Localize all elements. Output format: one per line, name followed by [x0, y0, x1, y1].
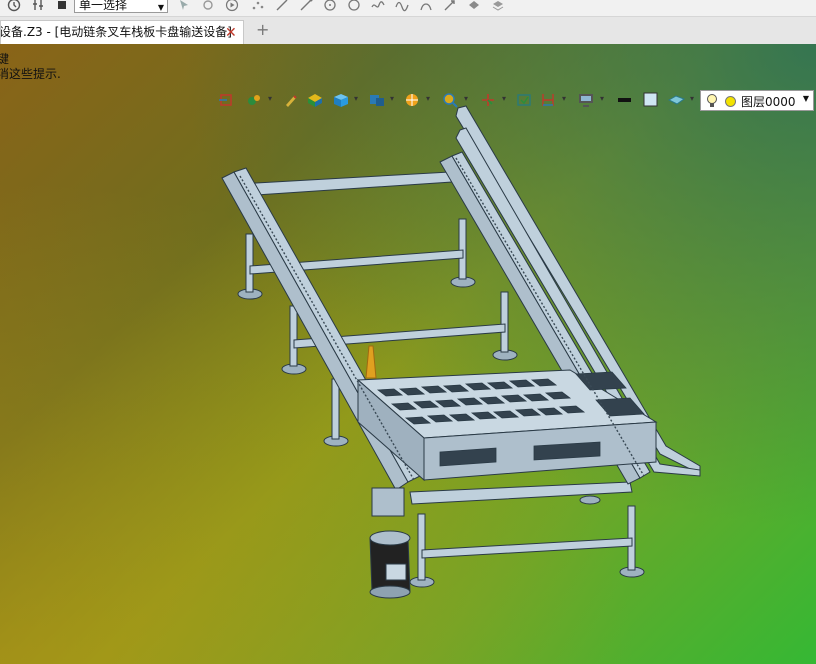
cursor-icon[interactable] [176, 0, 192, 13]
layer-name: 图层0000 [741, 95, 796, 109]
chevron-down-icon: ▾ [599, 94, 604, 103]
document-tab[interactable]: 设备.Z3 - [电动链条叉车栈板卡盘输送设备] ✕ [0, 20, 244, 44]
palette-icon[interactable]: ▾ [246, 92, 272, 110]
new-tab-button[interactable]: + [256, 20, 269, 39]
monitor-icon[interactable]: ▾ [578, 92, 604, 110]
view-select-icon[interactable] [218, 92, 244, 110]
chevron-down-icon: ▾ [267, 94, 272, 103]
display-mode-icon[interactable]: ▾ [368, 92, 394, 110]
arc-icon[interactable] [394, 0, 410, 13]
axis-icon[interactable]: ▾ [480, 92, 506, 110]
solid-icon[interactable] [306, 92, 332, 110]
layer-dropdown[interactable]: 图层0000 ▼ [700, 90, 814, 111]
chevron-down-icon: ▾ [689, 94, 694, 103]
history-icon[interactable] [6, 0, 22, 13]
camera-icon[interactable] [516, 92, 542, 110]
3d-viewport[interactable]: 键 消这些提示. ▾ ▾ ▾ ▾ ▾ ▾ ▾ ▾ ▾ 图层0000 ▼ [0, 44, 816, 664]
chevron-down-icon: ▾ [353, 94, 358, 103]
zoom-icon[interactable]: ▾ [442, 92, 468, 110]
pin-icon[interactable] [30, 0, 46, 13]
filter-icon[interactable] [200, 0, 216, 13]
shell-icon[interactable] [466, 0, 482, 13]
selection-mode-value: 单一选择 [79, 0, 128, 12]
chevron-down-icon: ▼ [157, 3, 164, 12]
chevron-down-icon: ▾ [561, 94, 566, 103]
layers-icon[interactable] [490, 0, 506, 13]
selection-mode-dropdown[interactable]: 单一选择 ▼ [74, 0, 168, 13]
chevron-down-icon: ▾ [463, 94, 468, 103]
close-icon[interactable]: ✕ [225, 22, 237, 44]
surface-icon[interactable] [442, 0, 458, 13]
spline-icon[interactable] [346, 0, 362, 13]
arrow-icon[interactable] [418, 0, 434, 13]
brush-icon[interactable] [282, 92, 308, 110]
chevron-down-icon: ▼ [802, 94, 809, 103]
main-toolbar: 单一选择 ▼ [0, 0, 816, 17]
document-tab-title: 设备.Z3 - [电动链条叉车栈板卡盘输送设备] [0, 25, 232, 39]
cube-icon[interactable]: ▾ [332, 92, 358, 110]
chevron-down-icon: ▾ [501, 94, 506, 103]
curve-icon[interactable] [298, 0, 314, 13]
viewport-hint-line2: 消这些提示. [0, 67, 61, 81]
points-icon[interactable] [250, 0, 266, 13]
surface-color-icon[interactable]: ▾ [667, 92, 694, 110]
wave-icon[interactable] [370, 0, 386, 13]
conveyor-model[interactable] [0, 44, 816, 664]
chevron-down-icon: ▾ [389, 94, 394, 103]
stop-icon[interactable] [54, 0, 70, 13]
line-icon[interactable] [274, 0, 290, 13]
render-icon[interactable]: ▾ [404, 92, 430, 110]
circle-icon[interactable] [322, 0, 338, 13]
document-tab-strip: 设备.Z3 - [电动链条叉车栈板卡盘输送设备] ✕ + [0, 17, 816, 45]
fill-color-icon[interactable] [642, 92, 668, 110]
line-color-icon[interactable] [616, 92, 642, 110]
measure-icon[interactable]: ▾ [540, 92, 566, 110]
lightbulb-icon[interactable] [705, 93, 719, 112]
layer-color-icon [725, 96, 736, 107]
play-icon[interactable] [224, 0, 240, 13]
chevron-down-icon: ▾ [425, 94, 430, 103]
